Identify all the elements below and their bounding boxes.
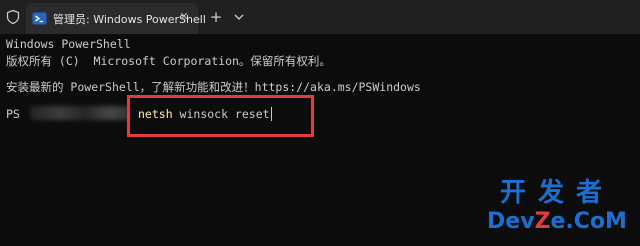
shield-icon [6, 9, 20, 25]
tab-powershell[interactable]: 管理员: Windows PowerShell ✕ [26, 3, 206, 34]
blurred-path [30, 106, 130, 120]
prompt-prefix: PS [6, 107, 20, 121]
terminal-line: 安装最新的 PowerShell，了解新功能和改进！https://aka.ms… [6, 80, 421, 94]
terminal-line: 版权所有 (C) Microsoft Corporation。保留所有权利。 [6, 54, 331, 68]
close-icon[interactable]: ✕ [176, 9, 192, 25]
highlight-box [127, 95, 314, 137]
terminal-line: Windows PowerShell [6, 37, 131, 51]
watermark-bottom: DevZe.CoM [487, 209, 627, 234]
watermark-top: 开发者 [499, 178, 614, 208]
watermark-logo: 开发者 DevZe.CoM [482, 178, 632, 242]
chevron-down-icon[interactable] [232, 9, 246, 25]
powershell-icon [32, 12, 47, 25]
title-bar: 管理员: Windows PowerShell ✕ + [0, 0, 640, 34]
new-tab-button[interactable]: + [208, 9, 224, 25]
